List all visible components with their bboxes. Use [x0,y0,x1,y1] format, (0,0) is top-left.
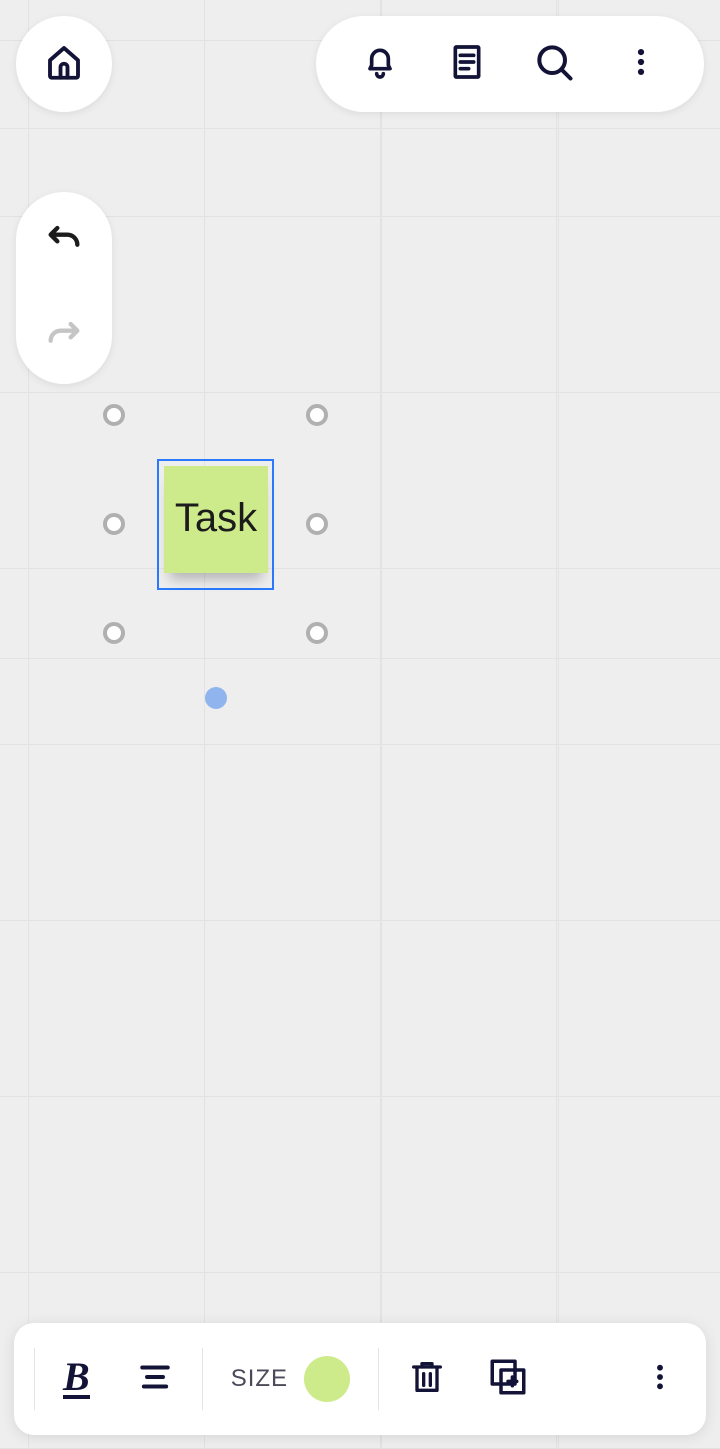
resize-handle-br[interactable] [306,622,328,644]
redo-icon [44,314,84,359]
more-vertical-icon [624,45,658,84]
bold-icon: B [63,1359,90,1399]
home-icon [43,41,85,88]
context-toolbar: B SIZE [14,1323,706,1435]
redo-button[interactable] [16,288,112,384]
more-vertical-icon [644,1361,676,1398]
bell-icon [360,42,400,87]
toolbar-more-button[interactable] [644,1361,676,1398]
color-swatch-button[interactable] [304,1356,350,1402]
top-more-button[interactable] [616,39,666,89]
copy-plus-icon [487,1356,529,1403]
home-button[interactable] [16,16,112,112]
document-list-icon [447,42,487,87]
resize-handle-ml[interactable] [103,513,125,535]
search-icon [532,40,576,89]
align-button[interactable] [136,1358,174,1401]
trash-icon [407,1357,447,1402]
delete-button[interactable] [407,1357,447,1402]
rotate-handle[interactable] [205,687,227,709]
sticky-note-text: Task [175,496,257,541]
size-button[interactable]: SIZE [231,1365,288,1393]
board-list-button[interactable] [442,39,492,89]
undo-icon [44,218,84,263]
resize-handle-mr[interactable] [306,513,328,535]
duplicate-button[interactable] [487,1356,529,1403]
history-controls [16,192,112,384]
search-button[interactable] [529,39,579,89]
bold-button[interactable]: B [63,1359,90,1399]
notifications-button[interactable] [355,39,405,89]
align-center-icon [136,1358,174,1401]
sticky-note[interactable]: Task [164,466,268,573]
resize-handle-tl[interactable] [103,404,125,426]
resize-handle-tr[interactable] [306,404,328,426]
undo-button[interactable] [16,192,112,288]
top-toolbar [316,16,704,112]
resize-handle-bl[interactable] [103,622,125,644]
